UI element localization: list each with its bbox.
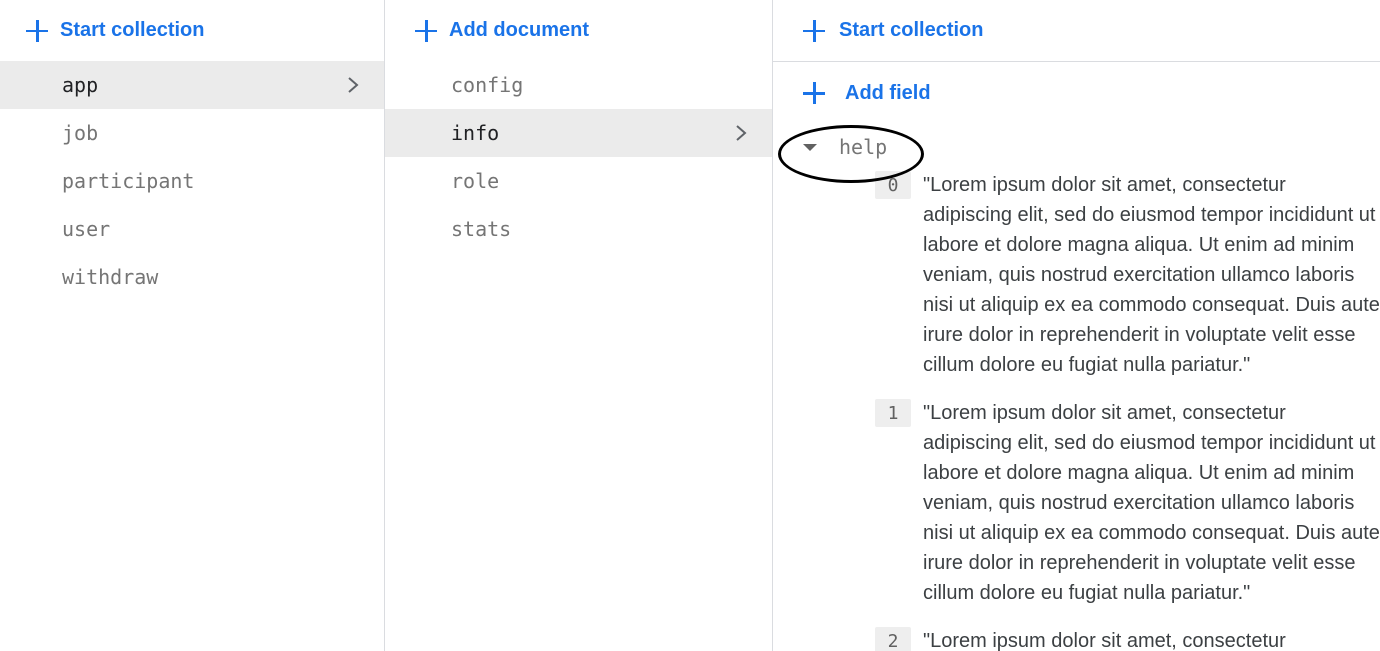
documents-panel: Add document config info role stats — [385, 0, 773, 651]
document-detail-panel: Start collection Add field help 0 "Lorem… — [773, 0, 1380, 651]
array-entries: 0 "Lorem ipsum dolor sit amet, consectet… — [773, 170, 1380, 651]
collection-item-label: job — [62, 121, 99, 145]
collections-panel: Start collection app job participant use… — [0, 0, 385, 651]
start-subcollection-label: Start collection — [839, 19, 984, 41]
array-index-badge: 1 — [875, 399, 911, 427]
array-entry[interactable]: 0 "Lorem ipsum dolor sit amet, consectet… — [875, 170, 1380, 380]
start-collection-button[interactable]: Start collection — [0, 0, 384, 61]
firestore-data-view: Start collection app job participant use… — [0, 0, 1380, 651]
collection-item-label: participant — [62, 169, 195, 193]
document-item-info[interactable]: info — [385, 109, 772, 157]
document-item-label: config — [451, 73, 524, 97]
array-entry[interactable]: 1 "Lorem ipsum dolor sit amet, consectet… — [875, 398, 1380, 608]
add-field-label: Add field — [845, 81, 931, 104]
collection-item-participant[interactable]: participant — [0, 157, 384, 205]
array-index-badge: 2 — [875, 627, 911, 651]
collection-list: app job participant user withdraw — [0, 61, 384, 301]
array-entry[interactable]: 2 "Lorem ipsum dolor sit amet, consectet… — [875, 626, 1380, 651]
add-field-button[interactable]: Add field — [773, 62, 1380, 124]
collection-item-label: withdraw — [62, 265, 159, 289]
array-index-badge: 0 — [875, 171, 911, 199]
collection-item-withdraw[interactable]: withdraw — [0, 253, 384, 301]
start-collection-label: Start collection — [60, 19, 205, 41]
collection-item-label: user — [62, 217, 111, 241]
document-item-role[interactable]: role — [385, 157, 772, 205]
plus-icon — [415, 19, 437, 42]
add-document-button[interactable]: Add document — [385, 0, 772, 61]
chevron-right-icon — [736, 125, 747, 141]
plus-icon — [26, 19, 48, 42]
collection-item-user[interactable]: user — [0, 205, 384, 253]
plus-icon — [803, 19, 825, 42]
add-document-label: Add document — [449, 19, 589, 41]
document-item-label: info — [451, 121, 500, 145]
collection-item-app[interactable]: app — [0, 61, 384, 109]
document-item-stats[interactable]: stats — [385, 205, 772, 253]
array-value: "Lorem ipsum dolor sit amet, consectetur… — [923, 402, 1380, 604]
collection-item-job[interactable]: job — [0, 109, 384, 157]
field-name: help — [839, 135, 888, 159]
collection-item-label: app — [62, 73, 99, 97]
array-value: "Lorem ipsum dolor sit amet, consectetur… — [923, 174, 1380, 376]
chevron-right-icon — [348, 77, 359, 93]
document-list: config info role stats — [385, 61, 772, 253]
field-row-help: help — [773, 124, 1380, 183]
array-value: "Lorem ipsum dolor sit amet, consectetur — [923, 630, 1286, 651]
plus-icon — [803, 82, 825, 104]
document-item-config[interactable]: config — [385, 61, 772, 109]
start-subcollection-button[interactable]: Start collection — [773, 0, 1380, 62]
document-item-label: stats — [451, 217, 512, 241]
document-item-label: role — [451, 169, 500, 193]
expand-caret-icon[interactable] — [803, 143, 817, 151]
